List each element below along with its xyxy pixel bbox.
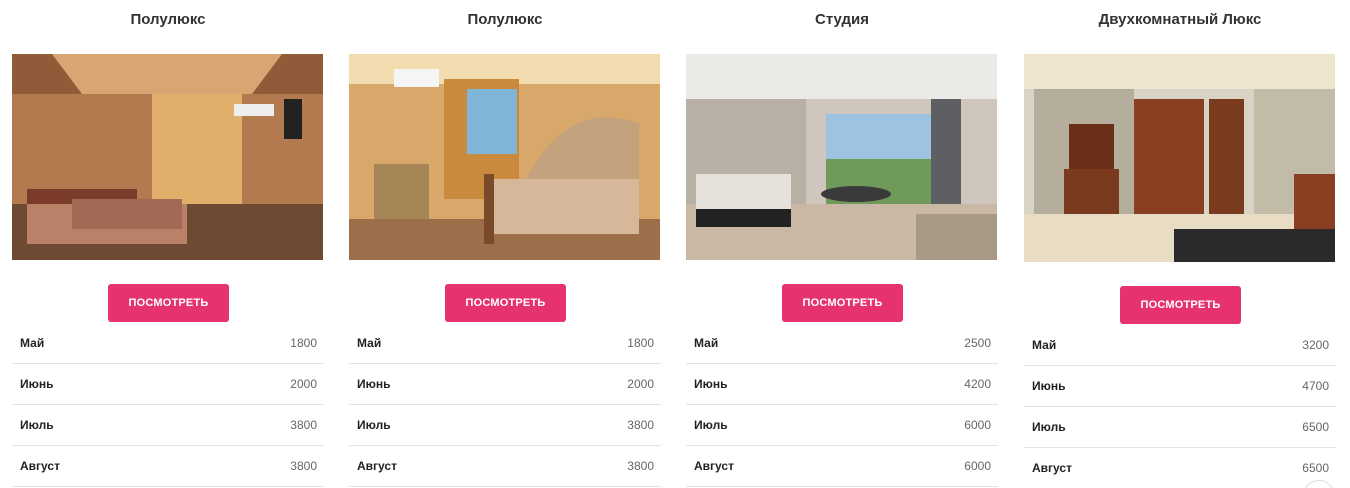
price-month: Август bbox=[694, 459, 734, 473]
price-value: 6000 bbox=[964, 418, 991, 432]
price-row: Май 1800 bbox=[349, 323, 661, 364]
price-value: 6500 bbox=[1302, 461, 1329, 475]
view-room-button[interactable]: ПОСМОТРЕТЬ bbox=[1120, 286, 1241, 324]
price-row: Июль 6000 bbox=[686, 405, 998, 446]
price-row: Июль 3800 bbox=[12, 405, 324, 446]
price-month: Август bbox=[1032, 461, 1072, 475]
price-value: 2500 bbox=[964, 336, 991, 350]
price-list: Май 1800 Июнь 2000 Июль 3800 Август 3800 bbox=[12, 323, 324, 487]
room-card: Двухкомнатный Люкс ПОСМОТРЕТЬ Май 3200 И… bbox=[1024, 0, 1336, 475]
price-value: 3800 bbox=[627, 418, 654, 432]
price-value: 3800 bbox=[290, 418, 317, 432]
price-row: Июнь 2000 bbox=[349, 364, 661, 405]
price-value: 2000 bbox=[627, 377, 654, 391]
room-photo[interactable] bbox=[12, 54, 323, 260]
price-month: Май bbox=[1032, 338, 1057, 352]
price-month: Июнь bbox=[20, 377, 54, 391]
price-month: Июль bbox=[20, 418, 54, 432]
view-room-button[interactable]: ПОСМОТРЕТЬ bbox=[445, 284, 566, 322]
price-row: Июль 3800 bbox=[349, 405, 661, 446]
price-row: Август 6000 bbox=[686, 446, 998, 487]
room-photo[interactable] bbox=[1024, 54, 1335, 262]
price-value: 3800 bbox=[627, 459, 654, 473]
price-month: Июнь bbox=[357, 377, 391, 391]
price-month: Май bbox=[20, 336, 45, 350]
price-list: Май 1800 Июнь 2000 Июль 3800 Август 3800 bbox=[349, 323, 661, 487]
price-value: 4700 bbox=[1302, 379, 1329, 393]
price-value: 1800 bbox=[290, 336, 317, 350]
view-room-button[interactable]: ПОСМОТРЕТЬ bbox=[108, 284, 229, 322]
price-month: Август bbox=[20, 459, 60, 473]
room-card: Полулюкс ПОСМОТРЕТЬ Май 1800 Июнь 2000 И… bbox=[349, 0, 661, 487]
price-month: Июнь bbox=[1032, 379, 1066, 393]
price-value: 3800 bbox=[290, 459, 317, 473]
price-value: 1800 bbox=[627, 336, 654, 350]
price-value: 6000 bbox=[964, 459, 991, 473]
rooms-section: Полулюкс ПОСМОТРЕТЬ Май 1800 Июнь 2000 И… bbox=[0, 0, 1350, 488]
room-photo[interactable] bbox=[349, 54, 660, 260]
room-card: Полулюкс ПОСМОТРЕТЬ Май 1800 Июнь 2000 И… bbox=[12, 0, 324, 487]
price-row: Июнь 2000 bbox=[12, 364, 324, 405]
price-row: Май 2500 bbox=[686, 323, 998, 364]
room-photo[interactable] bbox=[686, 54, 997, 260]
price-month: Август bbox=[357, 459, 397, 473]
price-month: Июль bbox=[357, 418, 391, 432]
price-month: Июль bbox=[1032, 420, 1066, 434]
price-row: Май 3200 bbox=[1024, 325, 1336, 366]
price-value: 2000 bbox=[290, 377, 317, 391]
room-title: Студия bbox=[814, 11, 870, 28]
price-list: Май 2500 Июнь 4200 Июль 6000 Август 6000 bbox=[686, 323, 998, 487]
price-row: Август 3800 bbox=[12, 446, 324, 487]
price-row: Июнь 4700 bbox=[1024, 366, 1336, 407]
price-row: Май 1800 bbox=[12, 323, 324, 364]
price-value: 3200 bbox=[1302, 338, 1329, 352]
price-month: Июнь bbox=[694, 377, 728, 391]
room-title: Полулюкс bbox=[467, 11, 543, 28]
price-month: Май bbox=[357, 336, 382, 350]
price-row: Июнь 4200 bbox=[686, 364, 998, 405]
price-row: Август 3800 bbox=[349, 446, 661, 487]
price-value: 4200 bbox=[964, 377, 991, 391]
price-value: 6500 bbox=[1302, 420, 1329, 434]
room-title: Двухкомнатный Люкс bbox=[1098, 11, 1262, 28]
price-row: Июль 6500 bbox=[1024, 407, 1336, 448]
price-list: Май 3200 Июнь 4700 Июль 6500 Август 6500 bbox=[1024, 325, 1336, 488]
view-room-button[interactable]: ПОСМОТРЕТЬ bbox=[782, 284, 903, 322]
room-title: Полулюкс bbox=[130, 11, 206, 28]
room-card: Студия ПОСМОТРЕТЬ Май 2500 Июнь 4200 Июл… bbox=[686, 0, 998, 487]
price-row: Август 6500 bbox=[1024, 448, 1336, 488]
price-month: Июль bbox=[694, 418, 728, 432]
price-month: Май bbox=[694, 336, 719, 350]
